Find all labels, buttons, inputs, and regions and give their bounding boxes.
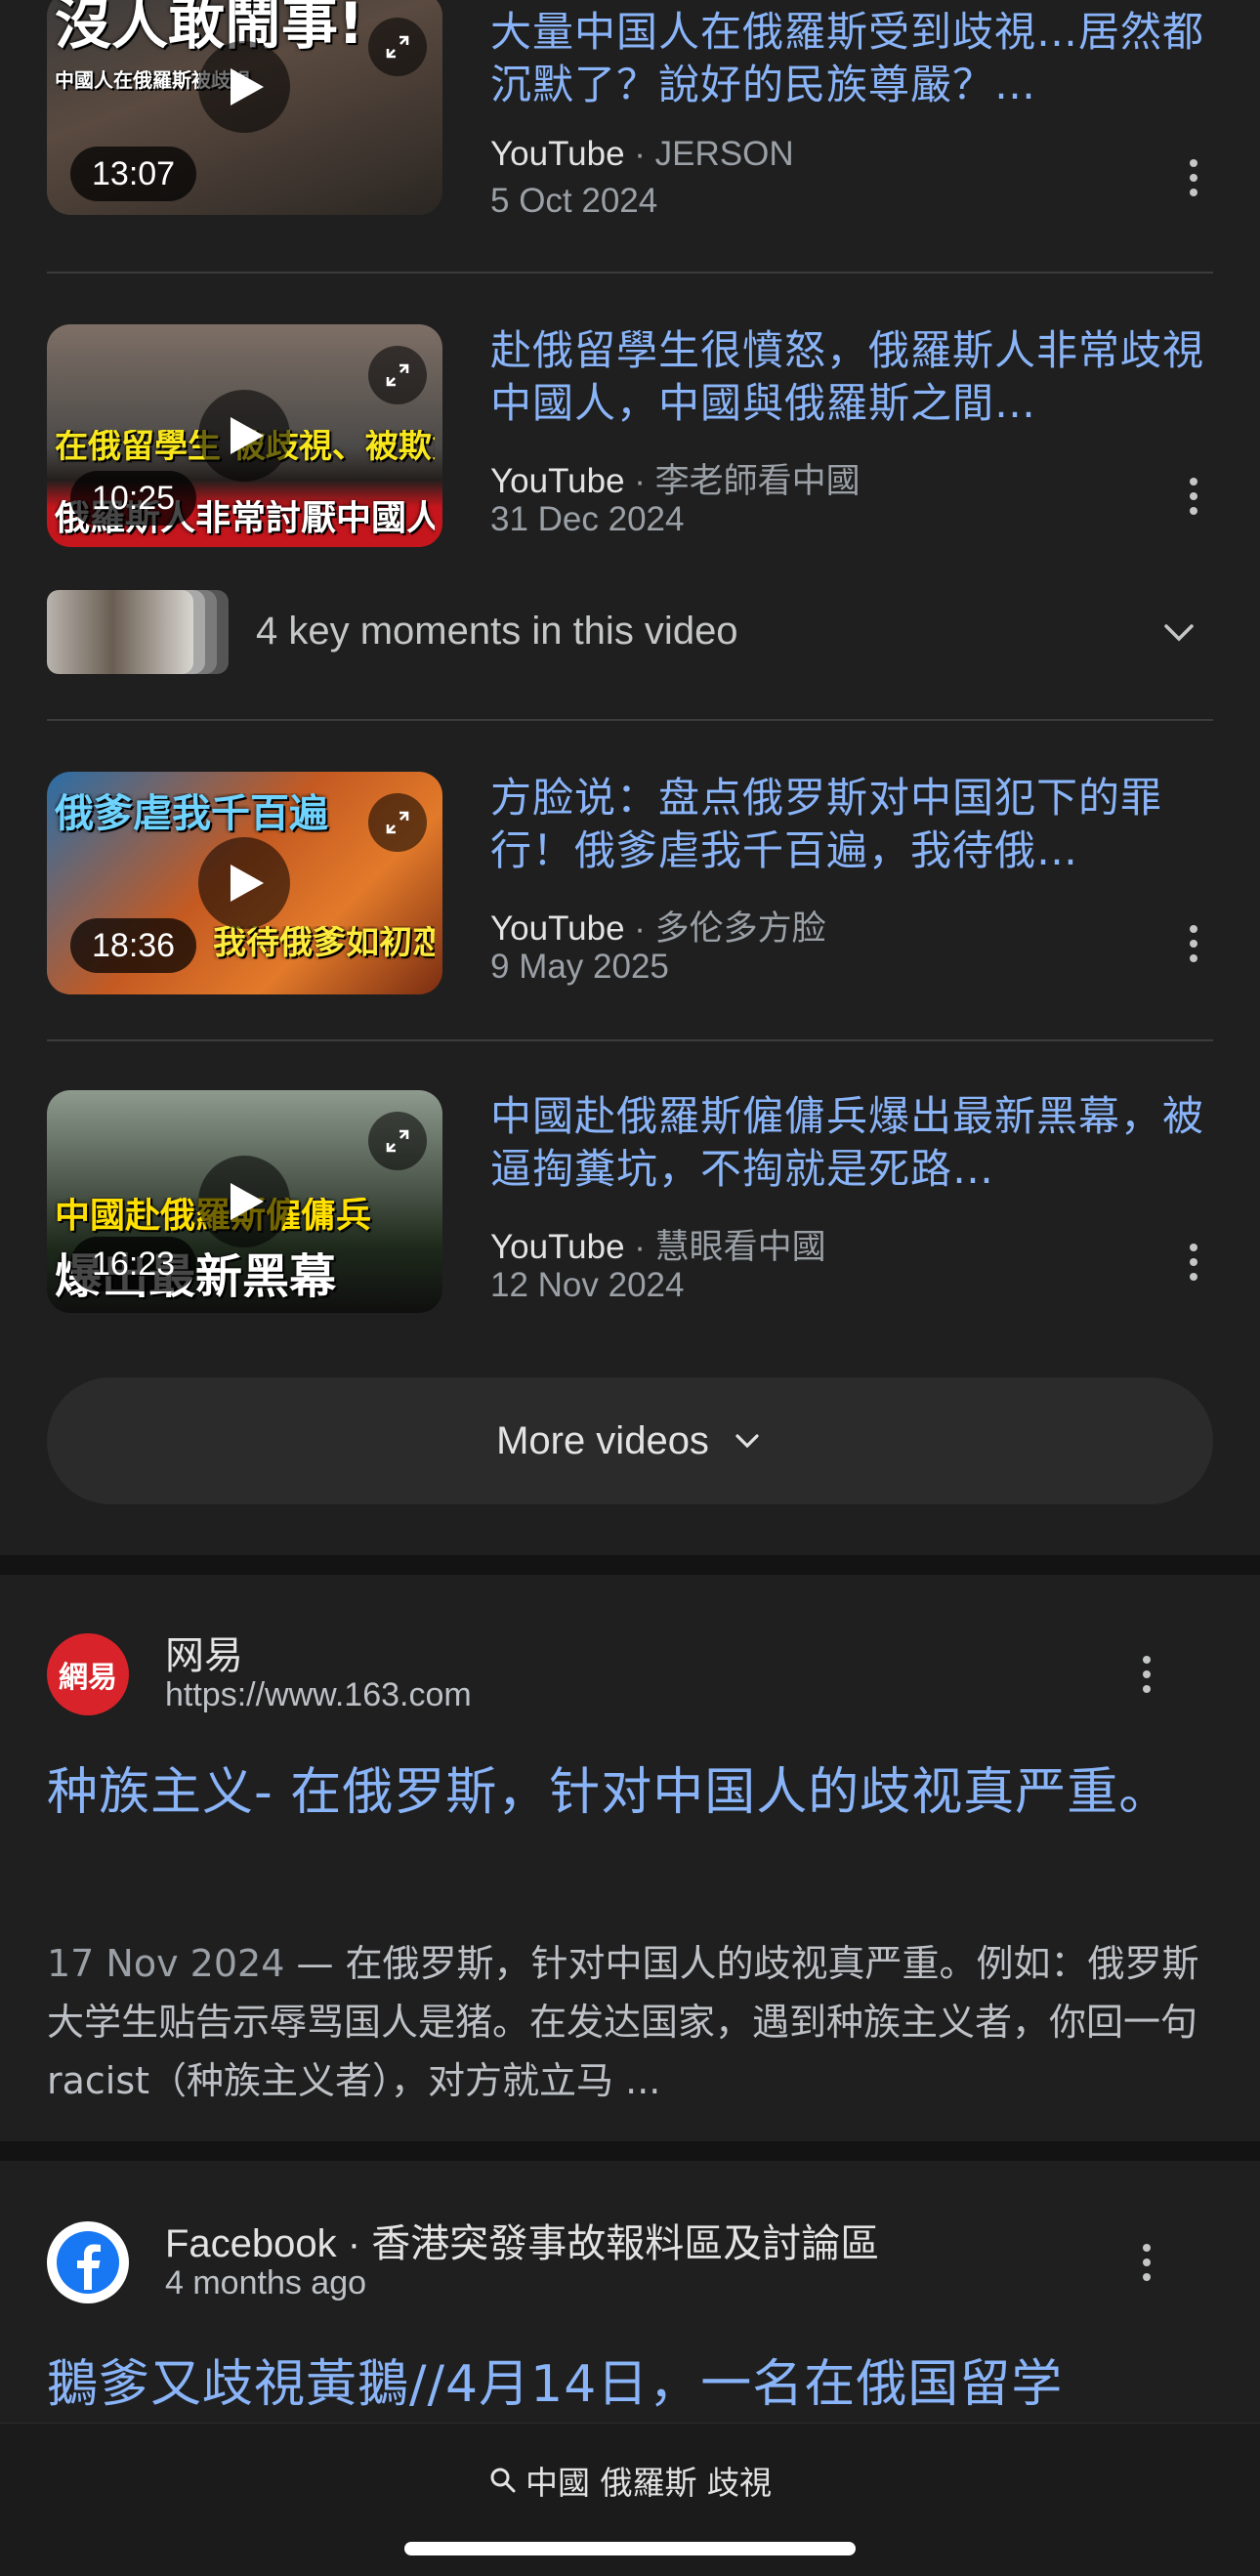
bottom-search-bar[interactable]: 中國 俄羅斯 歧視 [0, 2423, 1260, 2576]
video-channel: JERSON [654, 135, 794, 173]
result-snippet: 17 Nov 2024 — 在俄罗斯，针对中国人的歧视真严重。例如：俄罗斯大学生… [47, 1934, 1213, 2110]
video-title[interactable]: 方脸说：盘点俄罗斯对中国犯下的罪行！俄爹虐我千百遍，我待俄… [490, 772, 1233, 877]
more-videos-label: More videos [496, 1418, 709, 1462]
video-duration: 10:25 [70, 471, 197, 526]
video-result[interactable]: 俄爹虐我千百遍 我待俄爹如初恋! 18:36 方脸说：盘点俄罗斯对中国犯下的罪行… [47, 772, 1213, 994]
video-channel: 多伦多方脸 [654, 909, 826, 948]
video-platform: YouTube [490, 1228, 625, 1266]
section-separator [0, 1555, 1260, 1575]
more-options-icon[interactable] [1127, 1645, 1166, 1704]
result-source[interactable]: 網易 网易 https://www.163.com [47, 1633, 1213, 1721]
facebook-logo-icon [47, 2221, 129, 2303]
key-moments-label: 4 key moments in this video [256, 610, 738, 653]
more-options-icon[interactable] [1127, 2233, 1166, 2292]
chevron-down-icon[interactable] [1158, 612, 1199, 653]
video-result[interactable]: 沒人敢鬧事! 中國人在俄羅斯被歧視 13:07 大量中国人在俄羅斯受到歧視…居然… [47, 0, 1213, 234]
favicon-text: 網易 [59, 1661, 117, 1695]
video-platform: YouTube [490, 135, 625, 173]
video-date: 9 May 2025 [490, 948, 669, 986]
video-title[interactable]: 大量中国人在俄羅斯受到歧視…居然都沉默了？說好的民族尊嚴？… [490, 6, 1233, 111]
video-date: 31 Dec 2024 [490, 500, 685, 538]
video-source: YouTube · 李老師看中國 [490, 453, 1174, 503]
result-title-link[interactable]: 鵝爹又歧視黃鵝//4月14日，一名在俄国留学 [47, 2350, 1213, 2419]
video-title[interactable]: 赴俄留學生很憤怒，俄羅斯人非常歧視中國人，中國與俄羅斯之間… [490, 324, 1233, 430]
video-channel: 李老師看中國 [654, 462, 861, 500]
key-moments-thumbnails [47, 590, 229, 674]
video-thumbnail[interactable]: 在俄留學生 被歧視、被欺負 俄羅斯人非常討厭中國人 10:25 [47, 324, 442, 547]
video-result[interactable]: 在俄留學生 被歧視、被欺負 俄羅斯人非常討厭中國人 10:25 赴俄留學生很憤怒… [47, 324, 1213, 547]
video-thumbnail[interactable]: 俄爹虐我千百遍 我待俄爹如初恋! 18:36 [47, 772, 442, 994]
search-query-pill[interactable]: 中國 俄羅斯 歧視 [0, 2457, 1260, 2504]
video-date: 5 Oct 2024 [490, 182, 658, 220]
chevron-down-icon [735, 1434, 759, 1449]
video-thumbnail[interactable]: 沒人敢鬧事! 中國人在俄羅斯被歧視 13:07 [47, 0, 442, 215]
video-channel: 慧眼看中國 [654, 1228, 826, 1266]
result-source[interactable]: Facebook · 香港突發事故報料區及討論區 4 months ago [47, 2221, 1213, 2309]
play-icon[interactable] [198, 837, 290, 929]
video-platform: YouTube [490, 462, 625, 500]
divider [47, 272, 1213, 274]
netease-logo-icon: 網易 [47, 1633, 129, 1715]
key-moments-toggle[interactable]: 4 key moments in this video [47, 590, 1213, 674]
video-title[interactable]: 中國赴俄羅斯僱傭兵爆出最新黑幕，被逼掏糞坑，不掏就是死路… [490, 1090, 1233, 1196]
site-name: 网易 [165, 1634, 243, 1677]
result-date: 17 Nov 2024 [47, 1942, 285, 1985]
site-name: Facebook · 香港突發事故報料區及討論區 [165, 2222, 880, 2265]
section-separator [0, 2141, 1260, 2161]
thumbnail-caption: 我待俄爹如初恋! [213, 926, 435, 961]
expand-icon[interactable] [368, 793, 427, 852]
more-options-icon[interactable] [1174, 467, 1213, 526]
expand-icon[interactable] [368, 346, 427, 404]
expand-icon[interactable] [368, 18, 427, 76]
separator: · [634, 135, 655, 173]
video-source: YouTube · JERSON [490, 135, 1174, 174]
expand-icon[interactable] [368, 1112, 427, 1170]
more-options-icon[interactable] [1174, 914, 1213, 973]
play-icon[interactable] [198, 41, 290, 133]
video-result[interactable]: 中國赴俄羅斯僱傭兵 爆出最新黑幕 16:23 中國赴俄羅斯僱傭兵爆出最新黑幕，被… [47, 1090, 1213, 1313]
video-date: 12 Nov 2024 [490, 1266, 685, 1304]
search-icon [490, 2468, 516, 2493]
site-url: https://www.163.com [165, 1676, 472, 1713]
video-thumbnail[interactable]: 中國赴俄羅斯僱傭兵 爆出最新黑幕 16:23 [47, 1090, 442, 1313]
video-duration: 18:36 [70, 918, 197, 973]
separator: · [634, 462, 655, 500]
play-icon[interactable] [198, 390, 290, 482]
video-source: YouTube · 慧眼看中國 [490, 1219, 1174, 1269]
more-videos-button[interactable]: More videos [47, 1377, 1213, 1504]
video-source: YouTube · 多伦多方脸 [490, 901, 1174, 950]
home-indicator[interactable] [404, 2542, 856, 2555]
more-options-icon[interactable] [1174, 1233, 1213, 1291]
search-results-page: 沒人敢鬧事! 中國人在俄羅斯被歧視 13:07 大量中国人在俄羅斯受到歧視…居然… [0, 0, 1260, 2576]
video-platform: YouTube [490, 909, 625, 948]
search-query-text: 中國 俄羅斯 歧視 [525, 2464, 772, 2502]
divider [47, 719, 1213, 721]
divider [47, 1039, 1213, 1041]
result-age: 4 months ago [165, 2264, 367, 2302]
video-duration: 13:07 [70, 147, 197, 201]
play-icon[interactable] [198, 1156, 290, 1247]
separator: · [634, 1228, 655, 1266]
video-duration: 16:23 [70, 1237, 197, 1291]
separator: · [634, 909, 655, 948]
more-options-icon[interactable] [1174, 148, 1213, 207]
result-title-link[interactable]: 种族主义- 在俄罗斯，针对中国人的歧视真严重。 [47, 1758, 1213, 1827]
